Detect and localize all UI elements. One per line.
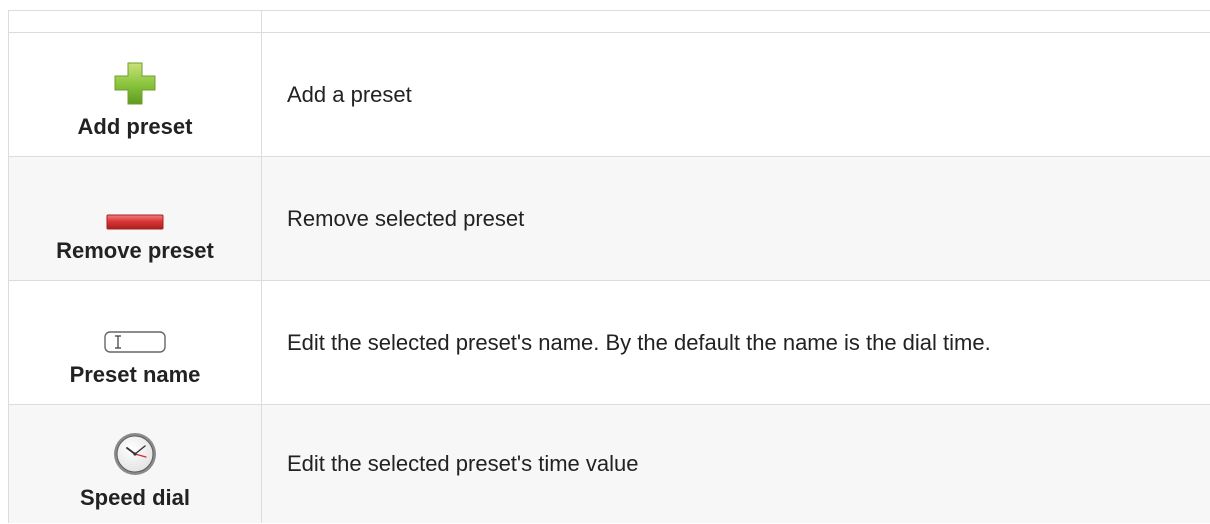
row-description: Remove selected preset (287, 205, 525, 231)
row-label: Add preset (77, 114, 193, 139)
row-icon-cell: Add preset (9, 33, 262, 156)
header-cell-icon (9, 11, 262, 32)
row-icon-cell: Remove preset (9, 157, 262, 280)
table-row: Remove preset Remove selected preset (9, 157, 1210, 281)
clock-icon (114, 433, 156, 475)
row-description: Edit the selected preset's name. By the … (287, 329, 991, 355)
toolbar-reference-table: Add preset Add a preset Remove preset Re… (8, 10, 1210, 523)
row-label: Remove preset (56, 238, 214, 263)
text-field-icon (104, 331, 166, 353)
plus-icon (114, 62, 156, 105)
table-row: Speed dial Edit the selected preset's ti… (9, 405, 1210, 523)
row-label: Speed dial (79, 485, 191, 510)
row-description: Edit the selected preset's time value (287, 451, 639, 476)
row-icon-cell: Speed dial (9, 405, 262, 523)
row-icon-cell: Preset name (9, 281, 262, 404)
table-header-row (9, 11, 1210, 33)
row-label: Preset name (69, 362, 201, 387)
header-cell-description (262, 11, 1210, 32)
row-description: Add a preset (287, 81, 412, 107)
table-row: Preset name Edit the selected preset's n… (9, 281, 1210, 405)
minus-icon (106, 214, 164, 230)
table-row: Add preset Add a preset (9, 33, 1210, 157)
